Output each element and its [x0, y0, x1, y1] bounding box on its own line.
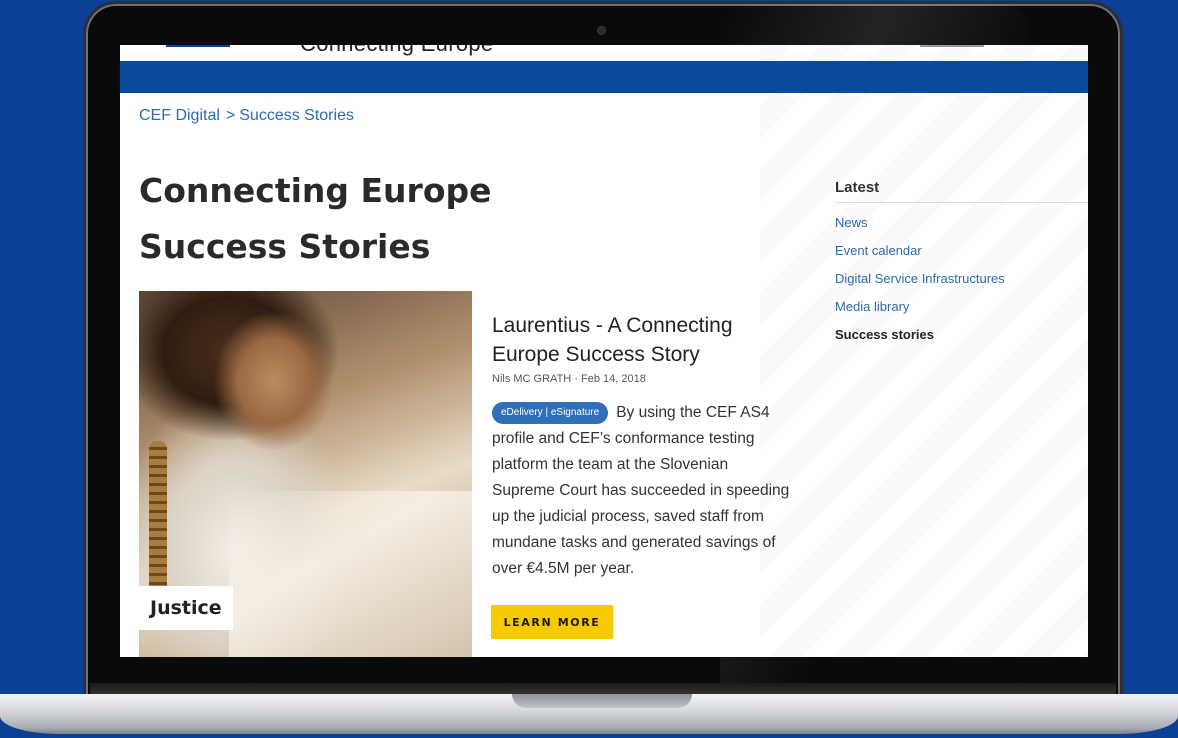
story-meta: Nils MC GRATH · Feb 14, 2018 [492, 373, 646, 385]
sidebar-heading: Latest [835, 179, 1088, 203]
story-category-label[interactable]: Justice [139, 586, 233, 630]
learn-more-button[interactable]: LEARN MORE [491, 605, 613, 639]
story-title-link[interactable]: Laurentius - A Connecting Europe Success… [492, 311, 792, 369]
image-desk [229, 491, 472, 657]
header-divider [920, 45, 984, 47]
breadcrumb-separator: > [225, 107, 236, 124]
logo-underline [166, 45, 230, 47]
sidebar-list: News Event calendar Digital Service Infr… [835, 209, 1088, 349]
breadcrumb-link-cef-digital[interactable]: CEF Digital [139, 107, 220, 124]
story-date: Feb 14, 2018 [581, 373, 646, 385]
story-summary: By using the CEF AS4 profile and CEF’s c… [492, 404, 790, 577]
sidebar: Latest News Event calendar Digital Servi… [835, 179, 1088, 349]
story-summary-block: eDelivery | eSignature By using the CEF A… [492, 400, 792, 582]
laptop-base-notch [512, 694, 692, 708]
breadcrumb: CEF Digital > Success Stories [139, 107, 354, 125]
screen-reflection [760, 45, 1088, 657]
main-navigation-bar [120, 61, 1088, 93]
story-author: Nils MC GRATH [492, 373, 572, 385]
breadcrumb-link-success-stories[interactable]: Success Stories [239, 107, 354, 124]
site-top-strip: Connecting Europe [120, 45, 1088, 61]
browser-viewport: Connecting Europe CEF Digital >Success St… [120, 45, 1088, 657]
site-header-text: Connecting Europe [300, 45, 493, 57]
camera-icon [598, 27, 605, 34]
page-title: Connecting Europe Success Stories [139, 171, 492, 266]
sidebar-item-digital-service-infrastructures[interactable]: Digital Service Infrastructures [835, 265, 1088, 293]
sidebar-item-news[interactable]: News [835, 209, 1088, 237]
meta-separator: · [574, 373, 578, 385]
sidebar-item-event-calendar[interactable]: Event calendar [835, 237, 1088, 265]
image-necklace [149, 441, 167, 601]
story-tag-badge[interactable]: eDelivery | eSignature [492, 402, 609, 424]
sidebar-item-success-stories[interactable]: Success stories [835, 321, 1088, 349]
sidebar-item-media-library[interactable]: Media library [835, 293, 1088, 321]
